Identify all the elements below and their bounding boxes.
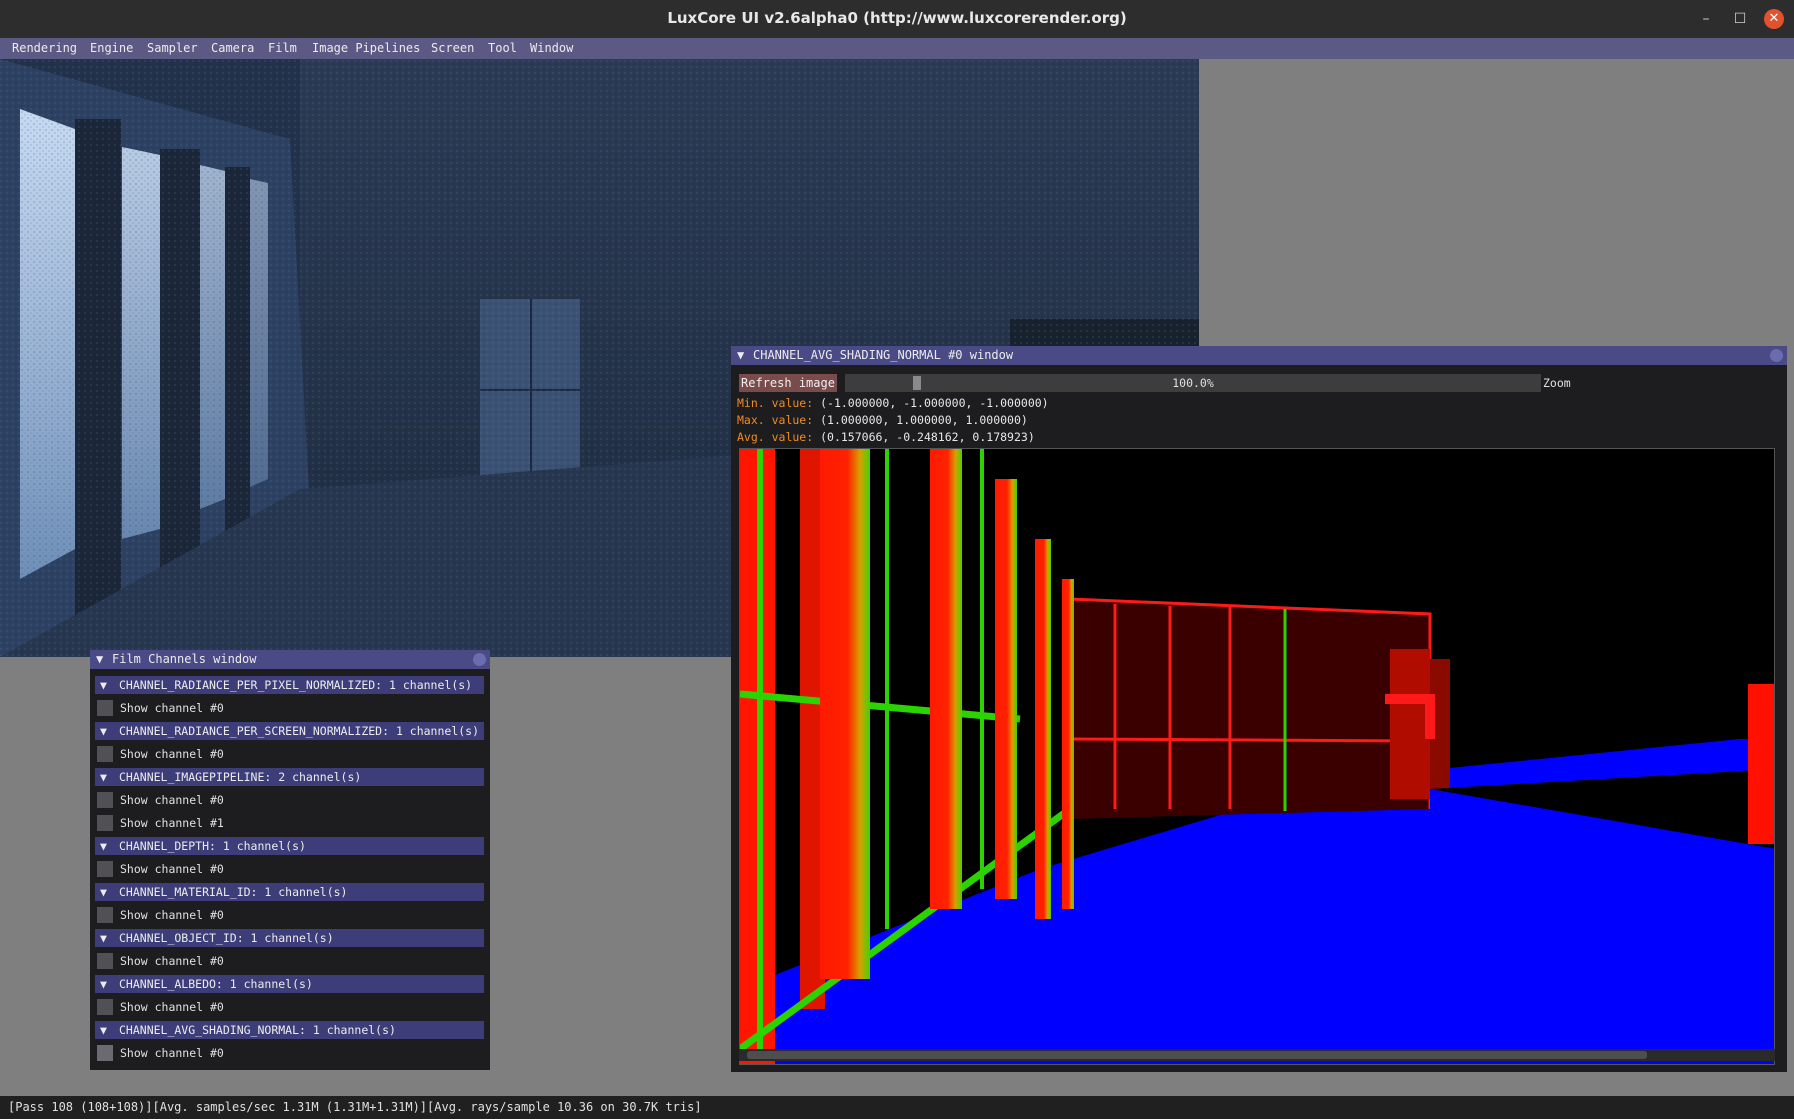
zoom-slider[interactable]: 100.0% (845, 374, 1541, 392)
collapse-icon: ▼ (100, 839, 107, 853)
menu-image-pipelines[interactable]: Image Pipelines (312, 41, 420, 55)
minimize-icon[interactable]: – (1696, 9, 1716, 29)
channel-group-header[interactable]: ▼ CHANNEL_MATERIAL_ID: 1 channel(s) (95, 883, 484, 901)
collapse-icon: ▼ (100, 770, 107, 784)
checkbox-icon[interactable] (97, 999, 113, 1015)
show-channel-checkbox[interactable]: Show channel #0 (95, 998, 224, 1016)
min-value-label: Min. value: (737, 396, 814, 410)
menu-bar: Rendering Engine Sampler Camera Film Ima… (0, 38, 1794, 59)
collapse-icon: ▼ (100, 885, 107, 899)
show-channel-checkbox[interactable]: Show channel #0 (95, 906, 224, 924)
avg-value-label: Avg. value: (737, 430, 814, 444)
horizontal-scrollbar[interactable] (739, 1049, 1775, 1061)
show-channel-checkbox[interactable]: Show channel #0 (95, 745, 224, 763)
checkbox-icon[interactable] (97, 1045, 113, 1061)
checkbox-icon[interactable] (97, 861, 113, 877)
menu-camera[interactable]: Camera (211, 41, 254, 55)
zoom-value: 100.0% (1172, 376, 1214, 390)
channel-image-window[interactable]: ▼ CHANNEL_AVG_SHADING_NORMAL #0 window R… (731, 346, 1787, 1072)
max-value-row: Max. value: (1.000000, 1.000000, 1.00000… (737, 412, 1028, 428)
shading-normal-image (740, 449, 1774, 1064)
checkbox-icon[interactable] (97, 953, 113, 969)
checkbox-icon[interactable] (97, 700, 113, 716)
channel-group-header[interactable]: ▼ CHANNEL_DEPTH: 1 channel(s) (95, 837, 484, 855)
channel-window-title: CHANNEL_AVG_SHADING_NORMAL #0 window (753, 348, 1014, 362)
collapse-icon: ▼ (100, 678, 107, 692)
channel-group-header[interactable]: ▼ CHANNEL_RADIANCE_PER_SCREEN_NORMALIZED:… (95, 722, 484, 740)
max-value-label: Max. value: (737, 413, 814, 427)
show-channel-checkbox[interactable]: Show channel #1 (95, 814, 224, 832)
close-icon[interactable]: ✕ (1764, 9, 1784, 29)
channel-group-header[interactable]: ▼ CHANNEL_IMAGEPIPELINE: 2 channel(s) (95, 768, 484, 786)
checkbox-icon[interactable] (97, 746, 113, 762)
film-channels-titlebar[interactable]: ▼ Film Channels window (90, 650, 490, 669)
collapse-icon: ▼ (100, 977, 107, 991)
window-title: LuxCore UI v2.6alpha0 (http://www.luxcor… (667, 9, 1127, 27)
max-value: (1.000000, 1.000000, 1.000000) (820, 413, 1028, 427)
avg-value: (0.157066, -0.248162, 0.178923) (820, 430, 1035, 444)
show-channel-checkbox[interactable]: Show channel #0 (95, 952, 224, 970)
collapse-icon: ▼ (100, 931, 107, 945)
menu-engine[interactable]: Engine (90, 41, 133, 55)
menu-rendering[interactable]: Rendering (12, 41, 77, 55)
checkbox-icon[interactable] (97, 792, 113, 808)
channel-group-header[interactable]: ▼ CHANNEL_OBJECT_ID: 1 channel(s) (95, 929, 484, 947)
film-channels-title: Film Channels window (112, 652, 257, 666)
channel-group-header[interactable]: ▼ CHANNEL_ALBEDO: 1 channel(s) (95, 975, 484, 993)
close-icon[interactable] (1770, 349, 1783, 362)
min-value-row: Min. value: (-1.000000, -1.000000, -1.00… (737, 395, 1049, 411)
show-channel-checkbox[interactable]: Show channel #0 (95, 1044, 224, 1062)
checkbox-icon[interactable] (97, 907, 113, 923)
window-titlebar: LuxCore UI v2.6alpha0 (http://www.luxcor… (0, 0, 1794, 39)
show-channel-checkbox[interactable]: Show channel #0 (95, 860, 224, 878)
channel-window-titlebar[interactable]: ▼ CHANNEL_AVG_SHADING_NORMAL #0 window (731, 346, 1787, 365)
status-bar: [Pass 108 (108+108)][Avg. samples/sec 1.… (0, 1096, 1794, 1119)
checkbox-icon[interactable] (97, 815, 113, 831)
refresh-image-button[interactable]: Refresh image (739, 374, 837, 392)
scrollbar-thumb[interactable] (747, 1051, 1647, 1059)
collapse-icon: ▼ (100, 724, 107, 738)
menu-window[interactable]: Window (530, 41, 573, 55)
collapse-icon: ▼ (100, 1023, 107, 1037)
show-channel-checkbox[interactable]: Show channel #0 (95, 699, 224, 717)
film-channels-window[interactable]: ▼ Film Channels window ▼ CHANNEL_RADIANCE… (90, 650, 490, 1070)
channel-group-header[interactable]: ▼ CHANNEL_AVG_SHADING_NORMAL: 1 channel(s… (95, 1021, 484, 1039)
zoom-label: Zoom (1543, 376, 1571, 390)
collapse-icon[interactable]: ▼ (737, 346, 744, 365)
menu-film[interactable]: Film (268, 41, 297, 55)
min-value: (-1.000000, -1.000000, -1.000000) (820, 396, 1049, 410)
menu-sampler[interactable]: Sampler (147, 41, 198, 55)
avg-value-row: Avg. value: (0.157066, -0.248162, 0.1789… (737, 429, 1035, 445)
show-channel-checkbox[interactable]: Show channel #0 (95, 791, 224, 809)
collapse-icon[interactable]: ▼ (96, 650, 103, 669)
channel-image[interactable] (739, 448, 1775, 1065)
maximize-icon[interactable]: ☐ (1730, 9, 1750, 29)
close-icon[interactable] (473, 653, 486, 666)
channel-group-header[interactable]: ▼ CHANNEL_RADIANCE_PER_PIXEL_NORMALIZED: … (95, 676, 484, 694)
menu-screen[interactable]: Screen (431, 41, 474, 55)
menu-tool[interactable]: Tool (488, 41, 517, 55)
slider-grab-handle[interactable] (913, 376, 921, 390)
